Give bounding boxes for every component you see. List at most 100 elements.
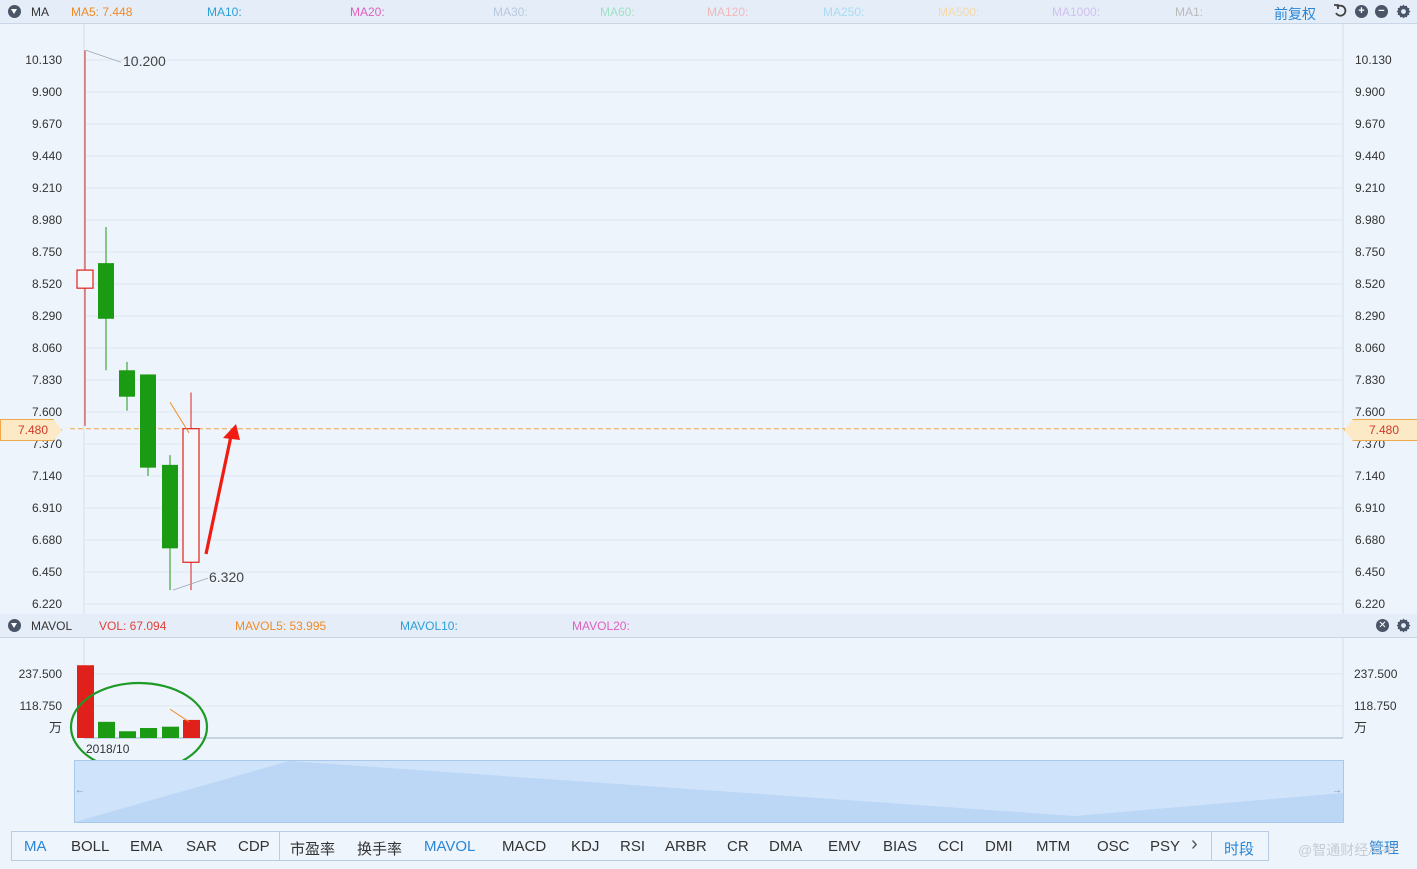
price-tick-label: 8.290 (31, 309, 62, 323)
price-tick-label: 6.910 (31, 501, 62, 515)
indicator-tab-macd[interactable]: MACD (502, 838, 546, 855)
high-price-label: 10.200 (123, 53, 166, 69)
price-tick-label-right: 6.450 (1355, 565, 1386, 579)
volume-tick-high-right: 237.500 (1354, 667, 1398, 681)
indicator-tab-arbr[interactable]: ARBR (665, 838, 707, 855)
ma1-value: MA1: (1175, 5, 1204, 19)
candle-body-down (162, 464, 178, 549)
current-price-tag-left: 7.480 (0, 419, 62, 441)
mavol10-value: MAVOL10: (400, 619, 458, 633)
watermark: @智通财经APP (1298, 842, 1397, 858)
price-tick-label-right: 8.290 (1355, 309, 1386, 323)
price-tick-label-right: 7.140 (1355, 469, 1386, 483)
volume-tick-mid: 118.750 (19, 699, 63, 713)
tab-separator (279, 832, 280, 860)
collapse-volume-chart-icon[interactable] (8, 619, 21, 632)
indicator-tab-换手率[interactable]: 换手率 (357, 838, 402, 859)
ma30-value: MA30: (493, 5, 528, 19)
indicator-tab-ma[interactable]: MA (24, 838, 47, 855)
gear-icon[interactable] (1396, 618, 1411, 633)
undo-icon[interactable] (1333, 4, 1347, 18)
indicator-tab-dmi[interactable]: DMI (985, 838, 1013, 855)
indicator-tab-ema[interactable]: EMA (130, 838, 163, 855)
navigator-volume-shape (75, 761, 1343, 822)
price-tick-label: 8.060 (31, 341, 62, 355)
price-tick-label: 6.220 (31, 597, 62, 611)
price-tick-label-right: 8.520 (1355, 277, 1386, 291)
price-tick-label-right: 9.440 (1355, 149, 1386, 163)
current-price-left: 7.480 (17, 423, 49, 437)
close-icon[interactable]: ✕ (1376, 619, 1389, 632)
period-tab[interactable]: 时段 (1224, 838, 1254, 859)
indicator-tab-osc[interactable]: OSC (1097, 838, 1130, 855)
indicator-tab-kdj[interactable]: KDJ (571, 838, 599, 855)
indicator-tab-cdp[interactable]: CDP (238, 838, 270, 855)
price-tick-label: 8.750 (31, 245, 62, 259)
indicator-tab-bias[interactable]: BIAS (883, 838, 917, 855)
price-tick-label: 9.670 (31, 117, 62, 131)
indicator-tab-psy[interactable]: PSY (1150, 838, 1180, 855)
candle-body-up (182, 428, 200, 563)
indicator-tab-emv[interactable]: EMV (828, 838, 861, 855)
zoom-in-icon[interactable]: + (1355, 5, 1368, 18)
candle-body-down (119, 370, 135, 397)
price-tick-label: 8.980 (31, 213, 62, 227)
indicator-tab-cci[interactable]: CCI (938, 838, 964, 855)
price-tick-label: 8.520 (31, 277, 62, 291)
price-tick-label-right: 7.600 (1355, 405, 1386, 419)
ma60-value: MA60: (600, 5, 635, 19)
volume-tick-high: 237.500 (18, 667, 62, 681)
ma20-value: MA20: (350, 5, 385, 19)
indicator-tab-dma[interactable]: DMA (769, 838, 802, 855)
current-price-tag-right: 7.480 (1344, 419, 1417, 441)
price-tick-label-right: 8.060 (1355, 341, 1386, 355)
price-tick-label: 6.680 (31, 533, 62, 547)
main-indicator-label[interactable]: MA (31, 5, 49, 19)
ma5-line (169, 401, 190, 434)
price-chart[interactable] (0, 24, 1417, 614)
annotation-arrow-shaft (204, 435, 233, 555)
price-tick-label: 9.210 (31, 181, 62, 195)
price-tick-label-right: 7.830 (1355, 373, 1386, 387)
price-tick-label: 9.440 (31, 149, 62, 163)
vol-value: VOL: 67.094 (99, 619, 167, 633)
current-price-right: 7.480 (1368, 423, 1400, 437)
navigator-right-handle[interactable]: → (1332, 785, 1342, 796)
price-tick-label-right: 8.980 (1355, 213, 1386, 227)
volume-tick-mid-right: 118.750 (1354, 699, 1397, 713)
price-tick-label-right: 6.680 (1355, 533, 1386, 547)
indicator-tab-boll[interactable]: BOLL (71, 838, 109, 855)
price-tick-label-right: 6.220 (1355, 597, 1386, 611)
tab-separator (1211, 832, 1212, 860)
ma250-value: MA250: (823, 5, 865, 19)
price-tick-label: 7.600 (31, 405, 62, 419)
navigator-left-handle[interactable]: ← (75, 785, 85, 796)
price-tick-label: 7.830 (31, 373, 62, 387)
chevron-right-icon[interactable]: › (1191, 833, 1198, 856)
price-tick-label-right: 9.900 (1355, 85, 1386, 99)
volume-indicator-label[interactable]: MAVOL (31, 619, 72, 633)
ma1000-value: MA1000: (1052, 5, 1101, 19)
annotation-arrow-head (223, 424, 240, 440)
price-tick-label: 6.450 (31, 565, 62, 579)
indicator-tab-mavol[interactable]: MAVOL (424, 838, 475, 855)
mavol5-value: MAVOL5: 53.995 (235, 619, 327, 633)
candle-body-down (140, 374, 156, 468)
zoom-out-icon[interactable]: − (1375, 5, 1388, 18)
indicator-tab-cr[interactable]: CR (727, 838, 749, 855)
indicator-tab-rsi[interactable]: RSI (620, 838, 645, 855)
price-tick-label: 9.900 (31, 85, 62, 99)
price-tick-label: 10.130 (25, 53, 62, 67)
low-price-label: 6.320 (209, 569, 245, 585)
gear-icon[interactable] (1396, 4, 1411, 19)
volume-unit-left: 万 (48, 720, 62, 735)
price-tick-label-right: 8.750 (1355, 245, 1386, 259)
indicator-tab-mtm[interactable]: MTM (1036, 838, 1070, 855)
indicator-tab-市盈率[interactable]: 市盈率 (290, 838, 335, 859)
collapse-main-chart-icon[interactable] (8, 5, 21, 18)
price-tick-label-right: 9.670 (1355, 117, 1386, 131)
range-navigator[interactable]: ← → (74, 760, 1344, 823)
price-tick-label-right: 6.910 (1355, 501, 1386, 515)
indicator-tab-sar[interactable]: SAR (186, 838, 217, 855)
adjust-mode-button[interactable]: 前复权 (1274, 4, 1316, 24)
